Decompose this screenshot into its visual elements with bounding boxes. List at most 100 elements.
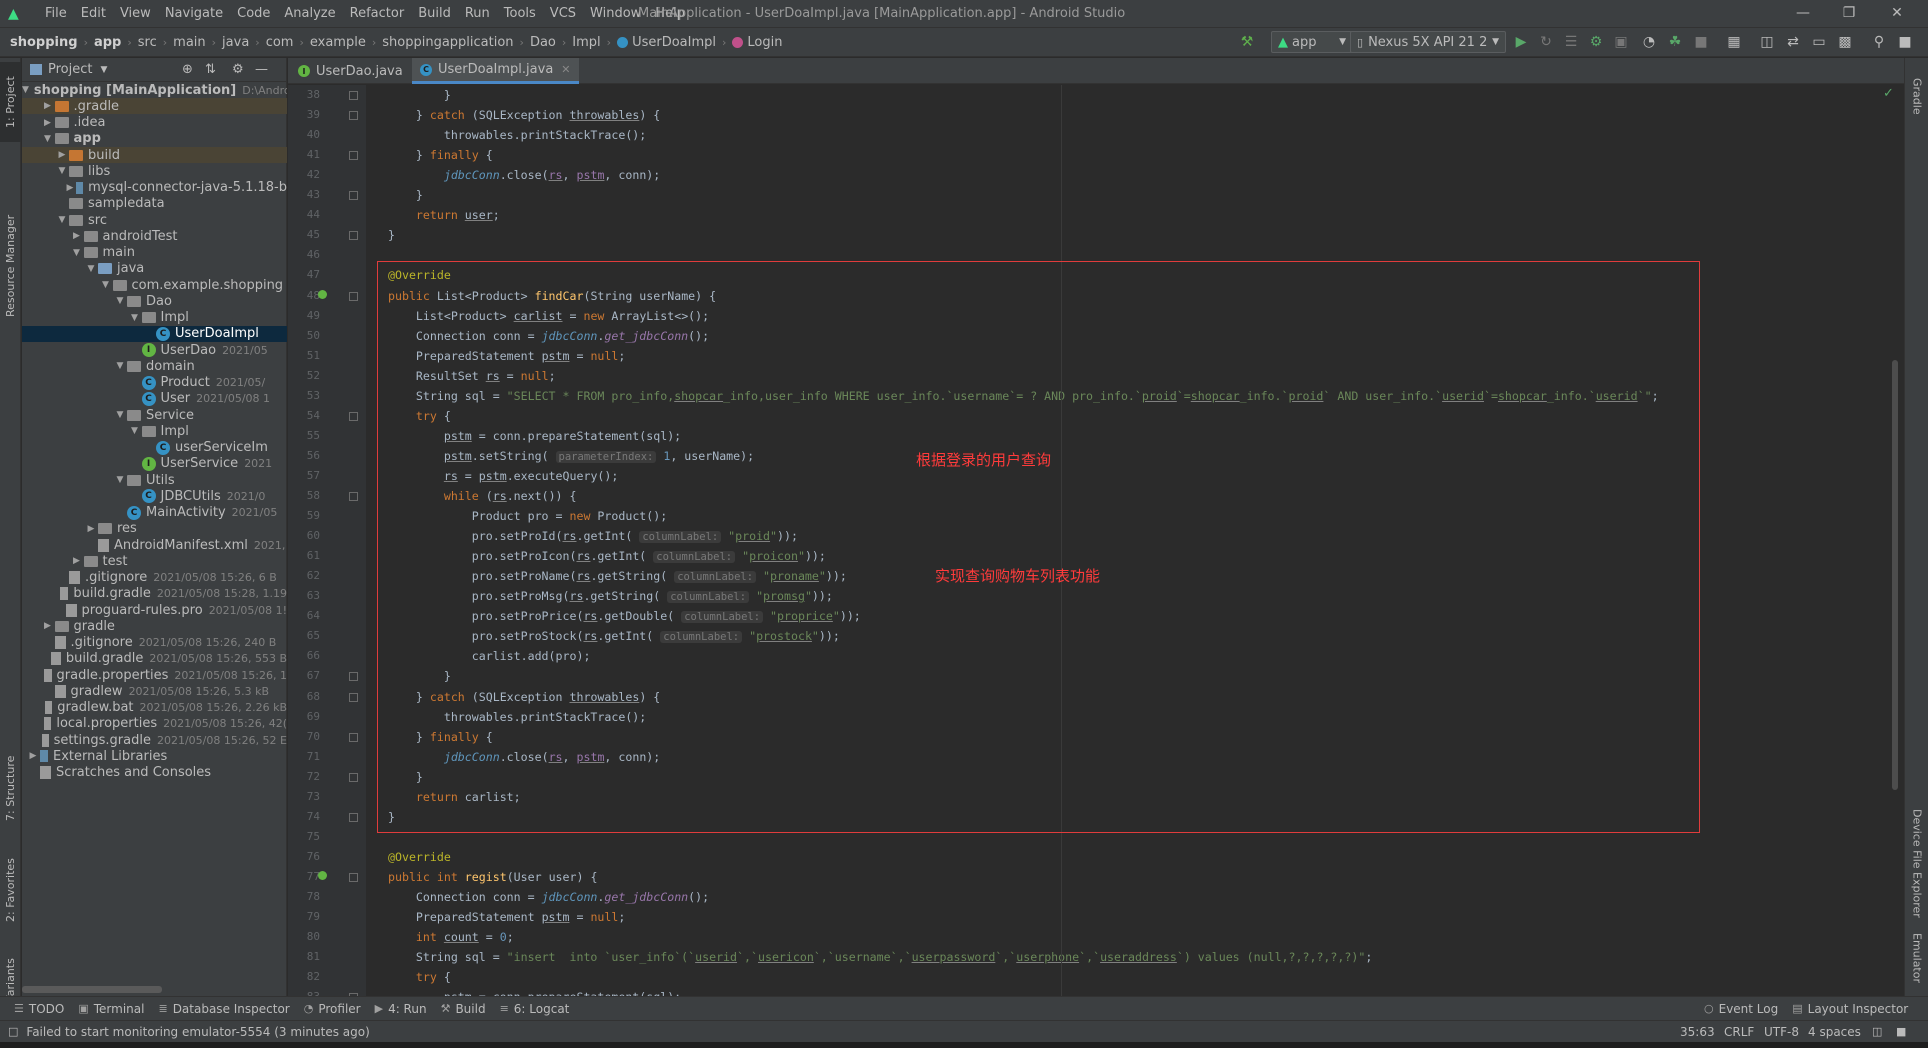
code-line[interactable]: @Override bbox=[388, 847, 451, 867]
hammer-build-icon[interactable]: ⚒ bbox=[1236, 31, 1258, 53]
close-tab-icon[interactable]: ✕ bbox=[561, 63, 570, 76]
fold-marker-icon[interactable] bbox=[349, 231, 358, 241]
expanded-arrow-icon[interactable]: ▼ bbox=[128, 426, 142, 436]
tree-item[interactable]: ▶ androidTest bbox=[22, 228, 287, 244]
code-line[interactable]: } catch (SQLException throwables) { bbox=[388, 105, 660, 125]
tree-item[interactable]: ▼ libs bbox=[22, 163, 287, 179]
tree-item[interactable]: C UserDoaImpl bbox=[22, 325, 287, 342]
expanded-arrow-icon[interactable]: ▼ bbox=[113, 361, 127, 371]
tree-item[interactable]: ▼ main bbox=[22, 245, 287, 261]
collapsed-arrow-icon[interactable]: ▶ bbox=[41, 621, 55, 631]
code-line[interactable]: } finally { bbox=[388, 727, 493, 747]
tool-window-layout-inspector[interactable]: ▤ Layout Inspector bbox=[1792, 1002, 1908, 1016]
menu-vcs[interactable]: VCS bbox=[543, 0, 583, 27]
editor-tab[interactable]: IUserDao.java✕ bbox=[290, 58, 428, 84]
code-line[interactable]: jdbcConn.close(rs, pstm, conn); bbox=[388, 747, 660, 767]
tree-item[interactable]: local.properties 2021/05/08 15:26, 42( bbox=[22, 716, 287, 732]
tool-window-4-run[interactable]: ▶ 4: Run bbox=[375, 1002, 427, 1016]
menu-build[interactable]: Build bbox=[411, 0, 458, 27]
fold-marker-icon[interactable] bbox=[349, 872, 358, 882]
tree-item[interactable]: gradle.properties 2021/05/08 15:26, 1 bbox=[22, 667, 287, 683]
tool-window-terminal[interactable]: ▣ Terminal bbox=[78, 1002, 144, 1016]
code-line[interactable]: pro.setProStock(rs.getInt( columnLabel: … bbox=[388, 626, 840, 646]
fold-marker-icon[interactable] bbox=[349, 191, 358, 201]
code-line[interactable]: } bbox=[388, 185, 423, 205]
tool-window-todo[interactable]: ☰ TODO bbox=[14, 1002, 64, 1016]
code-line[interactable]: } bbox=[388, 85, 451, 105]
menu-analyze[interactable]: Analyze bbox=[277, 0, 342, 27]
breadcrumb-item[interactable]: Impl bbox=[572, 35, 600, 50]
menu-navigate[interactable]: Navigate bbox=[158, 0, 230, 27]
code-line[interactable]: pro.setProId(rs.getInt( columnLabel: "pr… bbox=[388, 526, 798, 546]
fold-marker-icon[interactable] bbox=[349, 812, 358, 822]
code-line[interactable]: rs = pstm.executeQuery(); bbox=[388, 466, 619, 486]
code-line[interactable]: pro.setProPrice(rs.getDouble( columnLabe… bbox=[388, 606, 861, 626]
hide-panel-icon[interactable]: — bbox=[255, 62, 268, 77]
apply-changes-icon[interactable]: ☰ bbox=[1560, 31, 1582, 53]
tree-item[interactable]: ▼ Service bbox=[22, 407, 287, 423]
code-line[interactable]: try { bbox=[388, 406, 451, 426]
code-line[interactable]: while (rs.next()) { bbox=[388, 486, 577, 506]
menu-run[interactable]: Run bbox=[458, 0, 497, 27]
tree-item[interactable]: ▶ test bbox=[22, 553, 287, 569]
favorites-tab[interactable]: 2: Favorites bbox=[0, 848, 21, 933]
coverage-icon[interactable]: ☘ bbox=[1664, 31, 1686, 53]
code-line[interactable]: pro.setProMsg(rs.getString( columnLabel:… bbox=[388, 586, 833, 606]
tree-item[interactable]: ▼ Impl bbox=[22, 423, 287, 439]
code-line[interactable]: public int regist(User user) { bbox=[388, 867, 597, 887]
fold-marker-icon[interactable] bbox=[349, 111, 358, 121]
expanded-arrow-icon[interactable]: ▼ bbox=[55, 166, 69, 176]
code-line[interactable]: PreparedStatement pstm = null; bbox=[388, 346, 625, 366]
stop-icon[interactable]: ■ bbox=[1690, 31, 1712, 53]
breadcrumb-item[interactable]: java bbox=[222, 35, 249, 50]
tree-item[interactable]: ▼ shopping [MainApplication] D:\Andro bbox=[22, 82, 287, 98]
breadcrumb-item[interactable]: app bbox=[94, 35, 121, 50]
locate-icon[interactable]: ⊕ bbox=[182, 62, 193, 77]
code-line[interactable]: carlist.add(pro); bbox=[388, 646, 591, 666]
breadcrumb-item[interactable]: Dao bbox=[530, 35, 556, 50]
tree-item[interactable]: build.gradle 2021/05/08 15:28, 1.19 bbox=[22, 586, 287, 602]
device-select[interactable]: ▯ Nexus 5X API 21 2 ▼ bbox=[1350, 31, 1506, 53]
fold-marker-icon[interactable] bbox=[349, 91, 358, 100]
fold-marker-icon[interactable] bbox=[349, 291, 358, 301]
code-line[interactable]: List<Product> carlist = new ArrayList<>(… bbox=[388, 306, 709, 326]
collapsed-arrow-icon[interactable]: ▶ bbox=[55, 150, 69, 160]
run-icon[interactable]: ▶ bbox=[1510, 31, 1532, 53]
tree-item[interactable]: .gitignore 2021/05/08 15:26, 240 B bbox=[22, 635, 287, 651]
tree-item[interactable]: proguard-rules.pro 2021/05/08 1! bbox=[22, 602, 287, 618]
code-line[interactable]: } bbox=[388, 225, 395, 245]
code-line[interactable]: Connection conn = jdbcConn.get_jdbcConn(… bbox=[388, 887, 709, 907]
fold-marker-icon[interactable] bbox=[349, 692, 358, 702]
tree-item[interactable]: ▶ External Libraries bbox=[22, 748, 287, 764]
attach-debugger-icon[interactable]: ▣ bbox=[1610, 31, 1632, 53]
project-structure-icon[interactable]: ▦ bbox=[1723, 31, 1745, 53]
profile-icon[interactable]: ◔ bbox=[1638, 31, 1660, 53]
menu-code[interactable]: Code bbox=[230, 0, 277, 27]
tree-item[interactable]: ▶ .gradle bbox=[22, 98, 287, 115]
tree-item[interactable]: ▶ gradle bbox=[22, 618, 287, 634]
tool-window-build[interactable]: ⚒ Build bbox=[441, 1002, 486, 1016]
collapsed-arrow-icon[interactable]: ▶ bbox=[26, 751, 40, 761]
fold-marker-icon[interactable] bbox=[349, 411, 358, 421]
structure-tab[interactable]: 7: Structure bbox=[0, 748, 21, 828]
tool-window-event-log[interactable]: ○ Event Log bbox=[1704, 1002, 1778, 1016]
tree-horizontal-scrollbar[interactable] bbox=[22, 986, 162, 993]
implements-method-icon[interactable] bbox=[318, 870, 327, 880]
collapsed-arrow-icon[interactable]: ▶ bbox=[41, 101, 55, 111]
expanded-arrow-icon[interactable]: ▼ bbox=[70, 248, 84, 258]
code-line[interactable]: return user; bbox=[388, 205, 500, 225]
menu-view[interactable]: View bbox=[113, 0, 158, 27]
tree-item[interactable]: gradlew.bat 2021/05/08 15:26, 2.26 kB bbox=[22, 700, 287, 716]
status-message[interactable]: Failed to start monitoring emulator-5554… bbox=[26, 1025, 369, 1039]
expanded-arrow-icon[interactable]: ▼ bbox=[113, 296, 127, 306]
code-line[interactable]: PreparedStatement pstm = null; bbox=[388, 907, 625, 927]
expanded-arrow-icon[interactable]: ▼ bbox=[22, 85, 29, 95]
expanded-arrow-icon[interactable]: ▼ bbox=[113, 475, 127, 485]
code-line[interactable]: try { bbox=[388, 967, 451, 987]
tool-window-6-logcat[interactable]: ≡ 6: Logcat bbox=[500, 1002, 570, 1016]
tree-item[interactable]: .gitignore 2021/05/08 15:26, 6 B bbox=[22, 570, 287, 586]
tree-item[interactable]: build.gradle 2021/05/08 15:26, 553 B bbox=[22, 651, 287, 667]
tree-item[interactable]: CuserServiceIm bbox=[22, 440, 287, 456]
menu-file[interactable]: File bbox=[38, 0, 74, 27]
caret-position[interactable]: 35:63 bbox=[1680, 1025, 1715, 1039]
